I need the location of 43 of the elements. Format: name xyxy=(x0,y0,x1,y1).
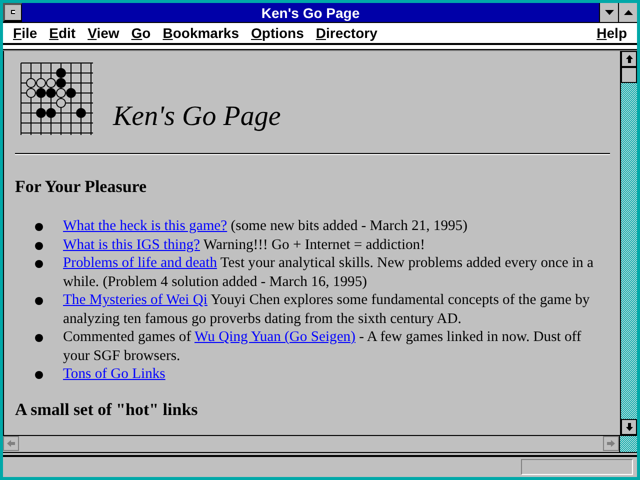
page-title: Ken's Go Page xyxy=(113,101,281,133)
minimize-button[interactable] xyxy=(599,3,618,22)
list-item-text: The Mysteries of Wei Qi Youyi Chen explores some fundamental concepts of the game by analyzing ten famous go proverbs dating from the sixth century AD. xyxy=(63,291,591,328)
down-triangle-icon xyxy=(604,10,614,15)
link[interactable]: What the heck is this game? xyxy=(63,218,228,234)
list-item-text: What the heck is this game? (some new bits added - March 21, 1995) xyxy=(63,217,468,236)
menu-item[interactable]: Bookmarks xyxy=(160,25,241,41)
menu-item[interactable]: Directory xyxy=(314,25,380,41)
window-title: Ken's Go Page xyxy=(260,4,361,20)
link[interactable]: Wu Qing Yuan (Go Seigen) xyxy=(194,329,356,345)
scroll-down-button[interactable] xyxy=(621,419,637,435)
list-item-text: Commented games of Wu Qing Yuan (Go Seigen) - A few games linked in now. Dust off your SGF browsers. xyxy=(63,328,582,365)
menu-item[interactable]: Options xyxy=(249,25,306,41)
up-triangle-icon xyxy=(624,10,632,15)
scroll-thumb[interactable] xyxy=(621,67,637,83)
bullet-icon xyxy=(35,242,43,250)
section-heading: For Your Pleasure xyxy=(15,177,148,197)
down-arrow-icon xyxy=(626,423,632,431)
bullet-icon xyxy=(35,371,43,379)
link[interactable]: The Mysteries of Wei Qi xyxy=(63,292,208,308)
bullet-icon xyxy=(35,334,43,342)
up-arrow-icon xyxy=(626,55,632,63)
menu-item[interactable]: File xyxy=(11,25,40,41)
link[interactable]: Tons of Go Links xyxy=(63,366,166,382)
menu-item[interactable]: Help xyxy=(594,25,629,41)
link[interactable]: Problems of life and death xyxy=(63,255,218,271)
right-arrow-icon xyxy=(607,440,615,447)
vertical-scrollbar[interactable] xyxy=(620,51,637,435)
bullet-icon xyxy=(35,260,43,268)
maximize-button[interactable] xyxy=(618,3,637,22)
section-heading: A small set of "hot" links xyxy=(15,400,199,420)
menu-item[interactable]: Go xyxy=(129,25,153,41)
menu-item[interactable]: View xyxy=(86,25,122,41)
menu-item[interactable]: Edit xyxy=(47,25,78,41)
link[interactable]: What is this IGS thing? xyxy=(63,236,200,252)
scroll-up-button[interactable] xyxy=(621,51,637,67)
bullet-icon xyxy=(35,223,43,231)
system-menu-button[interactable] xyxy=(3,3,22,22)
left-arrow-icon xyxy=(7,440,15,447)
list-item-text: What is this IGS thing? Warning!!! Go + Internet = addiction! xyxy=(63,236,425,254)
bullet-icon xyxy=(35,297,43,305)
list-item-text: Problems of life and death Test your analytical skills. New problems added every once in a while. (Problem 4 solution added - March 16, 1995) xyxy=(63,254,594,291)
bar-icon xyxy=(11,10,15,15)
